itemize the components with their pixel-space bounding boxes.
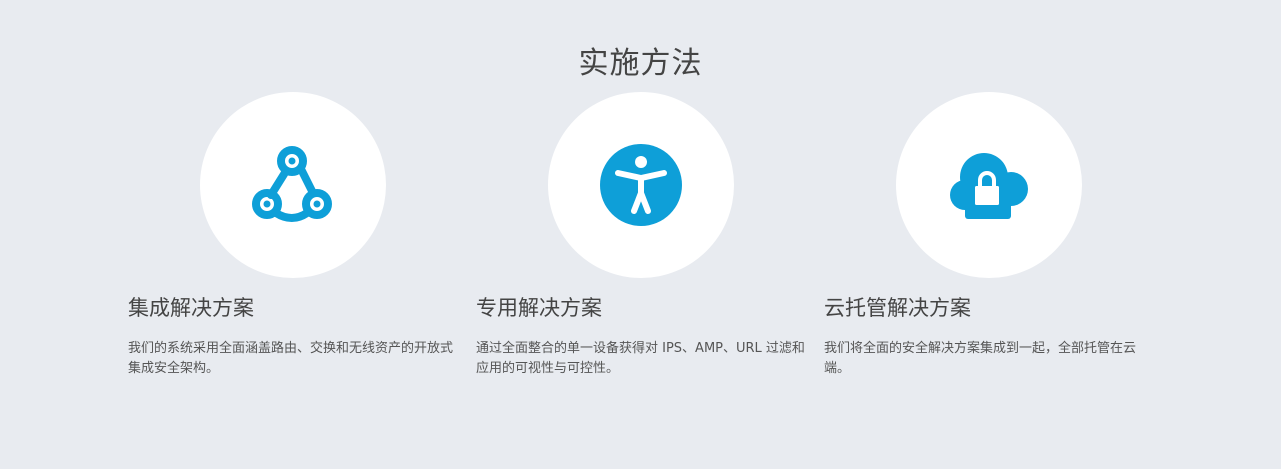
card-description: 我们的系统采用全面涵盖路由、交换和无线资产的开放式集成安全架构。 [128,341,454,376]
card-description: 通过全面整合的单一设备获得对 IPS、AMP、URL 过滤和应用的可视性与可控性… [476,341,805,376]
webhook-icon [252,146,332,222]
card-description: 我们将全面的安全解决方案集成到一起，全部托管在云端。 [824,341,1137,376]
card-title: 云托管解决方案 [824,296,971,320]
accessibility-icon [600,144,682,226]
icon-circle [200,92,386,278]
card-title: 专用解决方案 [476,296,602,320]
page-title: 实施方法 [578,46,703,81]
card-title: 集成解决方案 [128,296,254,320]
cloud-lock-icon [950,153,1028,219]
icon-circle [896,92,1082,278]
icon-circle [548,92,734,278]
